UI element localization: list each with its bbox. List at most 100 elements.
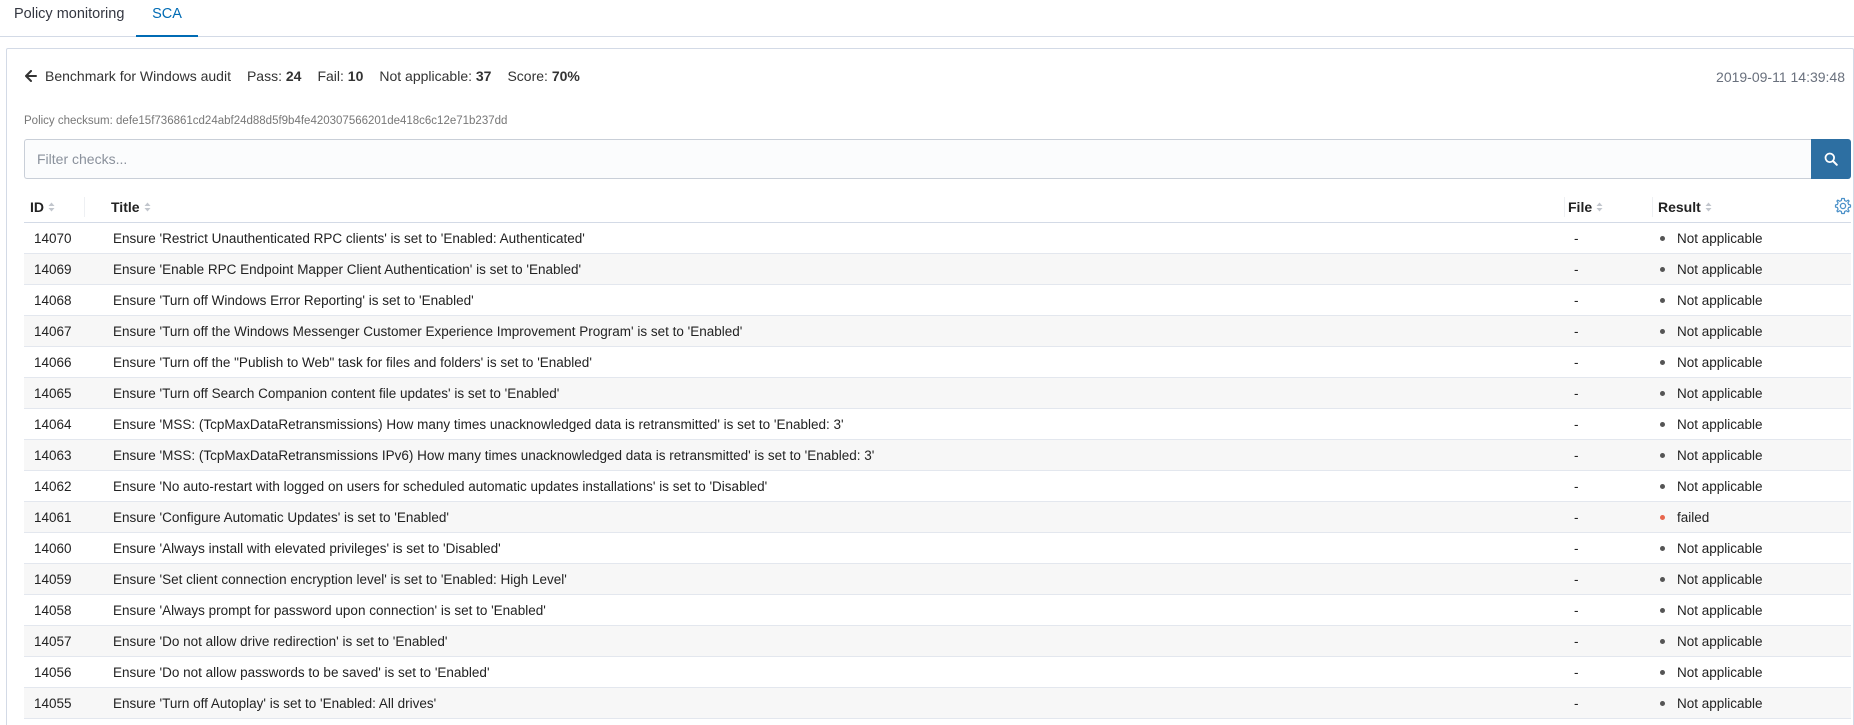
fail-stat: Fail: 10 bbox=[317, 68, 363, 84]
check-result-label: Not applicable bbox=[1677, 665, 1763, 680]
check-result-label: Not applicable bbox=[1677, 324, 1763, 339]
table-row[interactable]: 14068 Ensure 'Turn off Windows Error Repo… bbox=[24, 285, 1851, 316]
table-row[interactable]: 14057 Ensure 'Do not allow drive redirect… bbox=[24, 626, 1851, 657]
table-row[interactable]: 14064 Ensure 'MSS: (TcpMaxDataRetransmiss… bbox=[24, 409, 1851, 440]
table-row[interactable]: 14054 - Not applicable bbox=[24, 719, 1851, 725]
check-file: - bbox=[1574, 479, 1579, 494]
check-id: 14059 bbox=[34, 572, 72, 587]
table-row[interactable]: 14070 Ensure 'Restrict Unauthenticated RP… bbox=[24, 223, 1851, 254]
table-row[interactable]: 14058 Ensure 'Always prompt for password … bbox=[24, 595, 1851, 626]
table-row[interactable]: 14063 Ensure 'MSS: (TcpMaxDataRetransmiss… bbox=[24, 440, 1851, 471]
check-file: - bbox=[1574, 355, 1579, 370]
checks-table: ID Title File Result 14070 Ensure 'Restr… bbox=[24, 191, 1852, 725]
status-dot-icon bbox=[1660, 267, 1665, 272]
column-header-id-label: ID bbox=[30, 199, 44, 215]
check-title: Ensure 'MSS: (TcpMaxDataRetransmissions)… bbox=[113, 417, 844, 432]
check-id: 14063 bbox=[34, 448, 72, 463]
check-file: - bbox=[1574, 231, 1579, 246]
check-id: 14070 bbox=[34, 231, 72, 246]
search-bar bbox=[24, 139, 1851, 179]
table-row[interactable]: 14056 Ensure 'Do not allow passwords to b… bbox=[24, 657, 1851, 688]
check-result: Not applicable bbox=[1658, 564, 1763, 595]
table-row[interactable]: 14061 Ensure 'Configure Automatic Updates… bbox=[24, 502, 1851, 533]
check-id: 14068 bbox=[34, 293, 72, 308]
check-result: Not applicable bbox=[1658, 347, 1763, 378]
status-dot-icon bbox=[1660, 329, 1665, 334]
check-title: Ensure 'Configure Automatic Updates' is … bbox=[113, 510, 449, 525]
check-title: Ensure 'Restrict Unauthenticated RPC cli… bbox=[113, 231, 585, 246]
check-id: 14061 bbox=[34, 510, 72, 525]
check-title: Ensure 'Turn off the "Publish to Web" ta… bbox=[113, 355, 592, 370]
check-file: - bbox=[1574, 510, 1579, 525]
check-file: - bbox=[1574, 696, 1579, 711]
check-id: 14065 bbox=[34, 386, 72, 401]
check-file: - bbox=[1574, 417, 1579, 432]
status-dot-icon bbox=[1660, 391, 1665, 396]
sca-panel: Benchmark for Windows audit Pass: 24 Fai… bbox=[6, 48, 1854, 725]
check-title: Ensure 'No auto-restart with logged on u… bbox=[113, 479, 768, 494]
table-row[interactable]: 14060 Ensure 'Always install with elevate… bbox=[24, 533, 1851, 564]
table-row[interactable]: 14062 Ensure 'No auto-restart with logged… bbox=[24, 471, 1851, 502]
check-file: - bbox=[1574, 386, 1579, 401]
sort-icon bbox=[144, 202, 151, 212]
check-id: 14054 bbox=[34, 719, 72, 725]
policy-name[interactable]: Benchmark for Windows audit bbox=[45, 68, 231, 84]
score-stat: Score: 70% bbox=[507, 68, 579, 84]
score-label: Score: bbox=[507, 68, 548, 84]
check-file: - bbox=[1574, 262, 1579, 277]
check-title: Ensure 'Enable RPC Endpoint Mapper Clien… bbox=[113, 262, 582, 277]
table-row[interactable]: 14069 Ensure 'Enable RPC Endpoint Mapper … bbox=[24, 254, 1851, 285]
check-file: - bbox=[1574, 603, 1579, 618]
check-result: Not applicable bbox=[1658, 409, 1763, 440]
score-value: 70% bbox=[551, 68, 580, 84]
status-dot-icon bbox=[1660, 546, 1665, 551]
check-result: failed bbox=[1658, 502, 1709, 533]
gear-icon[interactable] bbox=[1834, 197, 1852, 215]
check-id: 14060 bbox=[34, 541, 72, 556]
check-title: Ensure 'Do not allow drive redirection' … bbox=[113, 634, 448, 649]
check-result: Not applicable bbox=[1658, 285, 1763, 316]
check-result: Not applicable bbox=[1658, 533, 1763, 564]
table-row[interactable]: 14065 Ensure 'Turn off Search Companion c… bbox=[24, 378, 1851, 409]
arrow-left-icon[interactable] bbox=[25, 69, 39, 83]
column-header-title[interactable]: Title bbox=[111, 191, 151, 223]
status-dot-icon bbox=[1660, 701, 1665, 706]
status-dot-icon bbox=[1660, 608, 1665, 613]
check-title: Ensure 'Turn off the Windows Messenger C… bbox=[113, 324, 743, 339]
sort-icon bbox=[1596, 202, 1603, 212]
check-result-label: Not applicable bbox=[1677, 386, 1763, 401]
filter-checks-input[interactable] bbox=[24, 139, 1812, 179]
check-title: Ensure 'Always prompt for password upon … bbox=[113, 603, 546, 618]
check-id: 14057 bbox=[34, 634, 72, 649]
check-id: 14064 bbox=[34, 417, 72, 432]
check-file: - bbox=[1574, 572, 1579, 587]
column-header-id[interactable]: ID bbox=[30, 191, 55, 223]
search-button[interactable] bbox=[1811, 139, 1851, 179]
tab-sca[interactable]: SCA bbox=[136, 0, 198, 37]
status-dot-icon bbox=[1660, 515, 1665, 520]
check-id: 14066 bbox=[34, 355, 72, 370]
check-result-label: Not applicable bbox=[1677, 417, 1763, 432]
check-file: - bbox=[1574, 448, 1579, 463]
table-row[interactable]: 14066 Ensure 'Turn off the "Publish to We… bbox=[24, 347, 1851, 378]
check-title: Ensure 'Turn off Search Companion conten… bbox=[113, 386, 560, 401]
check-id: 14067 bbox=[34, 324, 72, 339]
table-row[interactable]: 14067 Ensure 'Turn off the Windows Messen… bbox=[24, 316, 1851, 347]
check-id: 14062 bbox=[34, 479, 72, 494]
table-row[interactable]: 14059 Ensure 'Set client connection encry… bbox=[24, 564, 1851, 595]
sort-icon bbox=[48, 202, 55, 212]
check-file: - bbox=[1574, 324, 1579, 339]
check-result-label: Not applicable bbox=[1677, 479, 1763, 494]
check-id: 14056 bbox=[34, 665, 72, 680]
pass-label: Pass: bbox=[246, 68, 282, 84]
sort-icon bbox=[1705, 202, 1712, 212]
check-result-label: Not applicable bbox=[1677, 231, 1763, 246]
column-header-file[interactable]: File bbox=[1568, 191, 1603, 223]
check-file: - bbox=[1574, 541, 1579, 556]
check-result-label: Not applicable bbox=[1677, 572, 1763, 587]
table-row[interactable]: 14055 Ensure 'Turn off Autoplay' is set t… bbox=[24, 688, 1851, 719]
tab-policy-monitoring[interactable]: Policy monitoring bbox=[14, 0, 124, 37]
check-result: Not applicable bbox=[1658, 440, 1763, 471]
column-header-result[interactable]: Result bbox=[1658, 191, 1712, 223]
pass-stat: Pass: 24 bbox=[247, 68, 301, 84]
